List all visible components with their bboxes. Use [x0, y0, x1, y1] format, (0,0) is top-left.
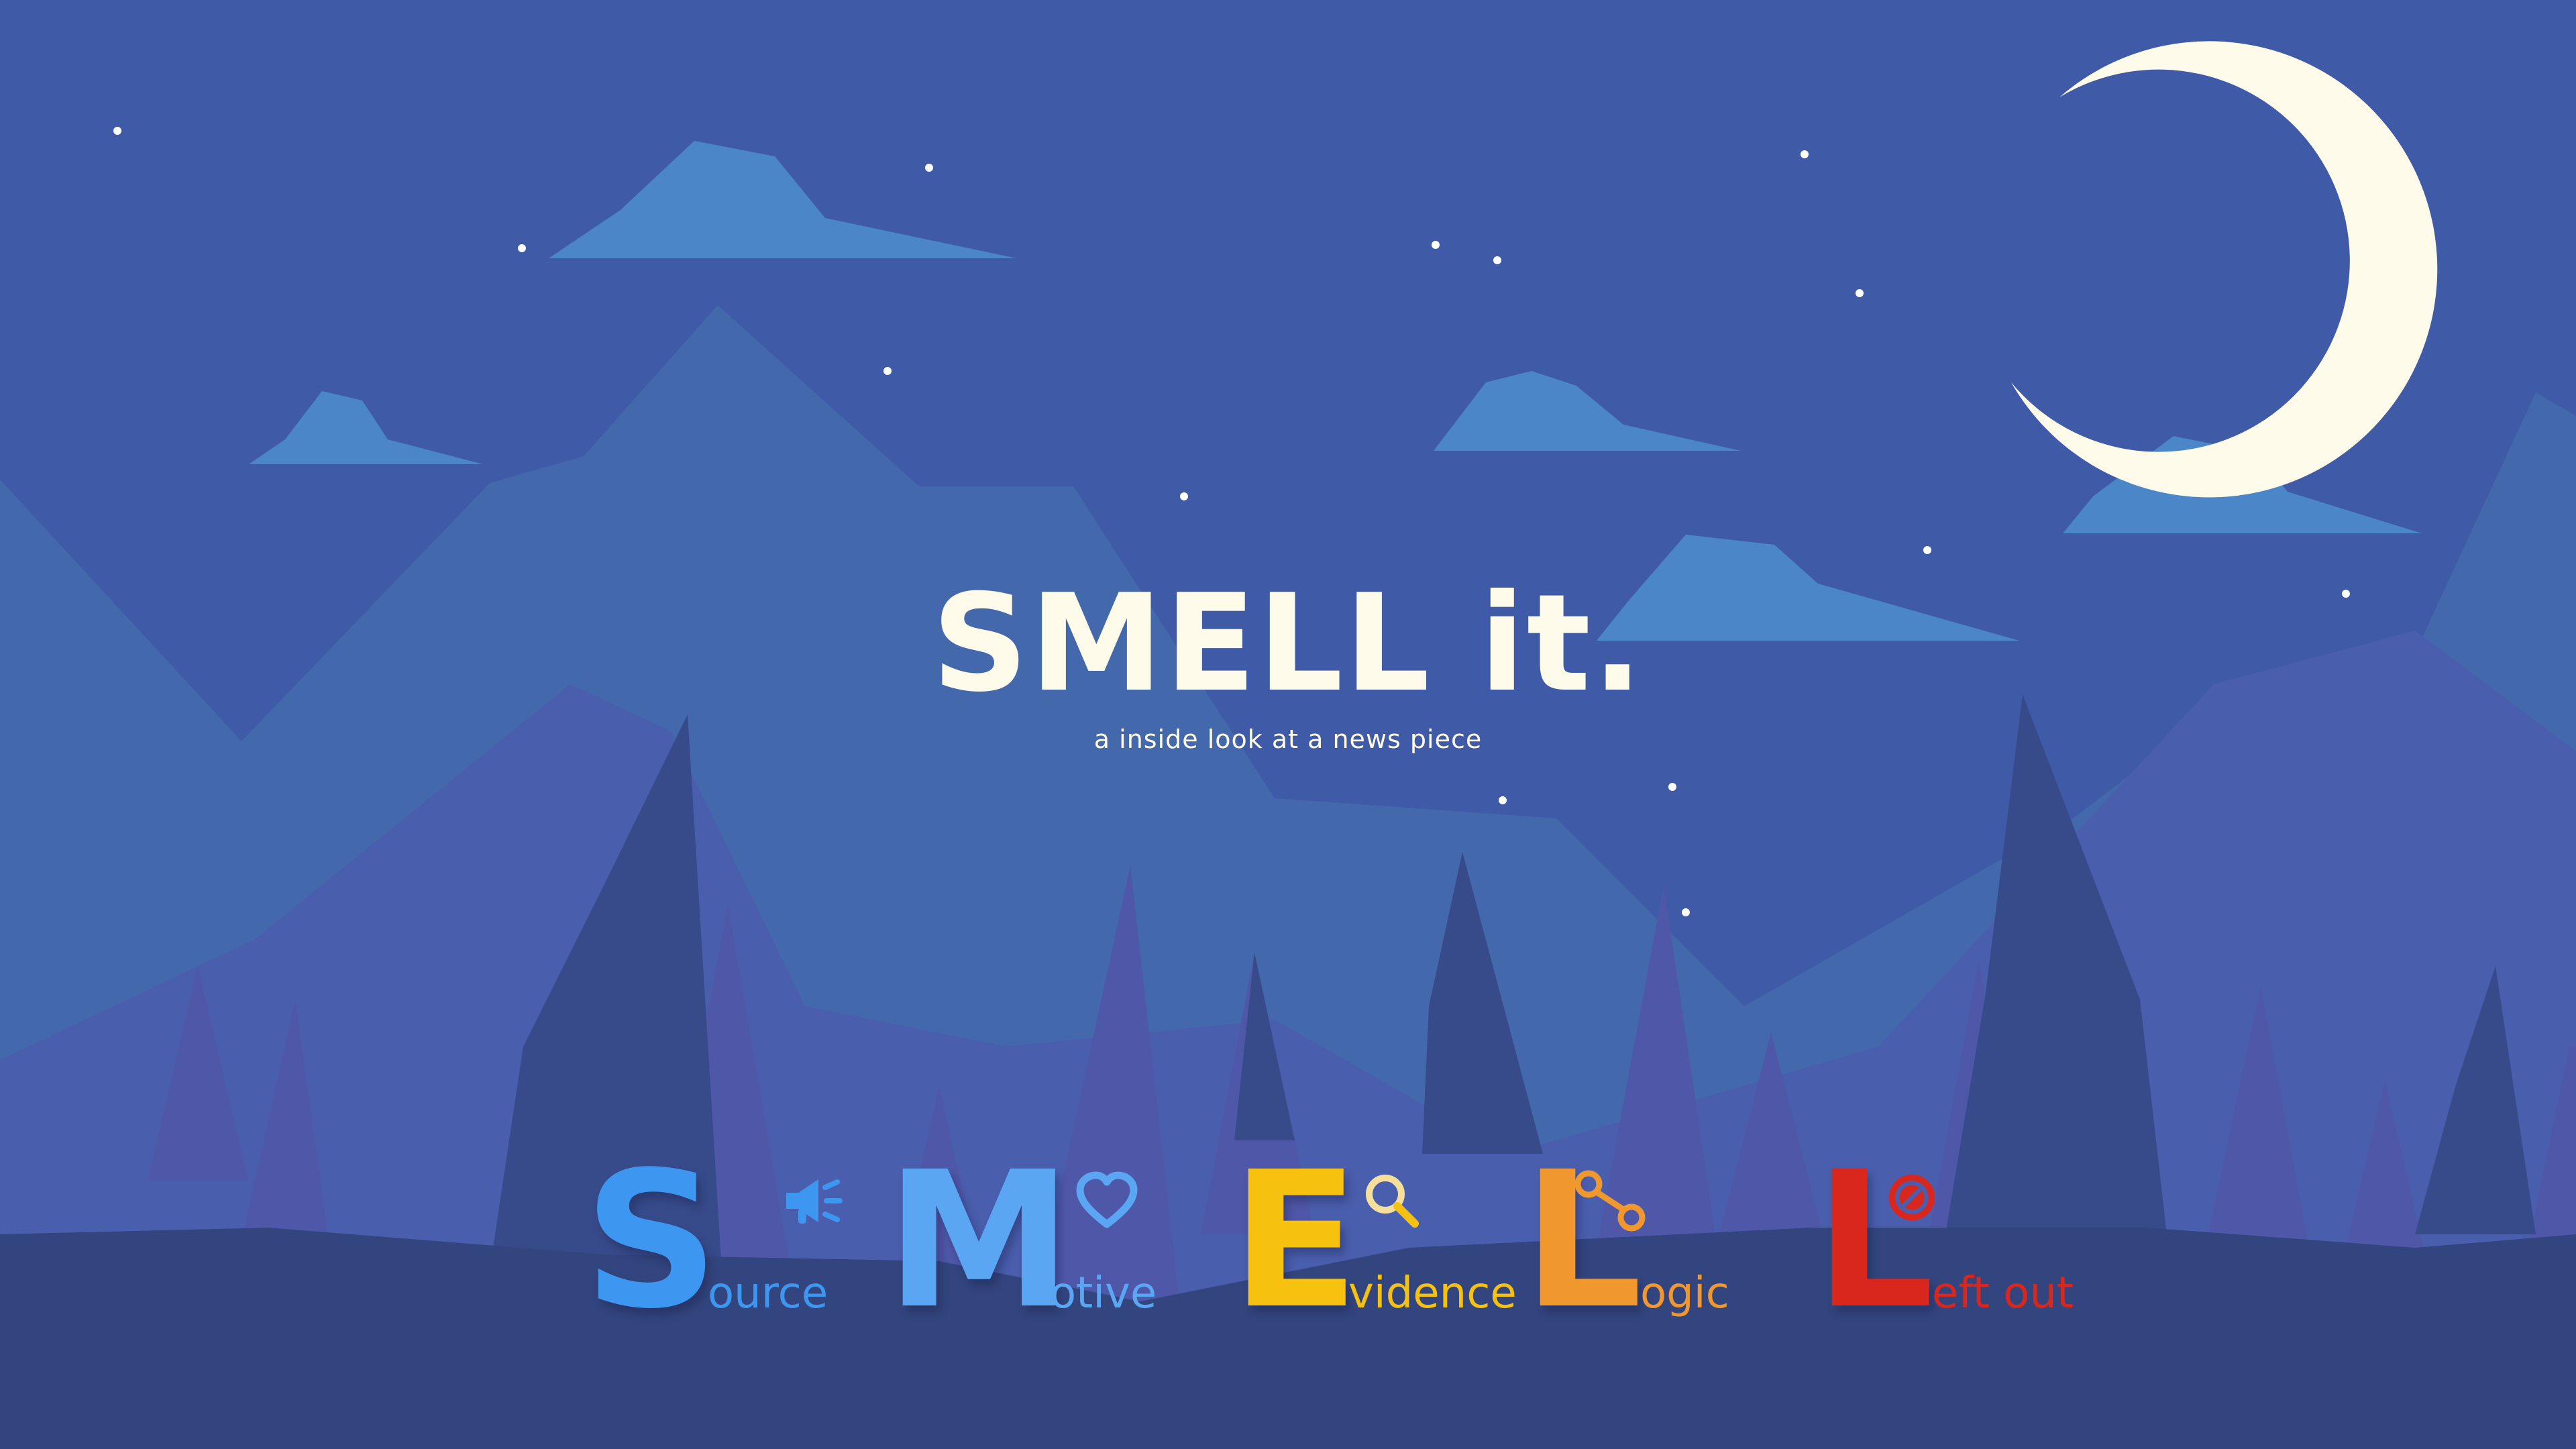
acronym-word: ogic [1640, 1269, 1729, 1318]
acronym-motive: M otive [885, 1147, 1167, 1335]
acronym-letter: E [1231, 1132, 1360, 1350]
page-title: SMELL it. [931, 566, 1645, 722]
acronym-word: vidence [1348, 1269, 1517, 1318]
heart-icon [1076, 1171, 1138, 1228]
no-entry-icon [1888, 1174, 1935, 1221]
link-icon [1574, 1170, 1646, 1232]
acronym-word: otive [1050, 1269, 1157, 1318]
acronym-letter: S [584, 1132, 719, 1350]
acronym-word: ource [708, 1269, 828, 1318]
acronym-evidence: E vidence [1231, 1147, 1526, 1335]
page-subtitle: a inside look at a news piece [1093, 724, 1483, 754]
acronym-left-out: L eft out [1815, 1147, 2096, 1335]
acronym-letter: M [885, 1132, 1073, 1350]
megaphone-icon [786, 1179, 843, 1224]
acronym-source: S ource [584, 1147, 852, 1335]
magnifier-icon [1366, 1175, 1419, 1228]
acronym-logic: L ogic [1523, 1147, 1744, 1335]
acronym-word: eft out [1932, 1269, 2074, 1318]
